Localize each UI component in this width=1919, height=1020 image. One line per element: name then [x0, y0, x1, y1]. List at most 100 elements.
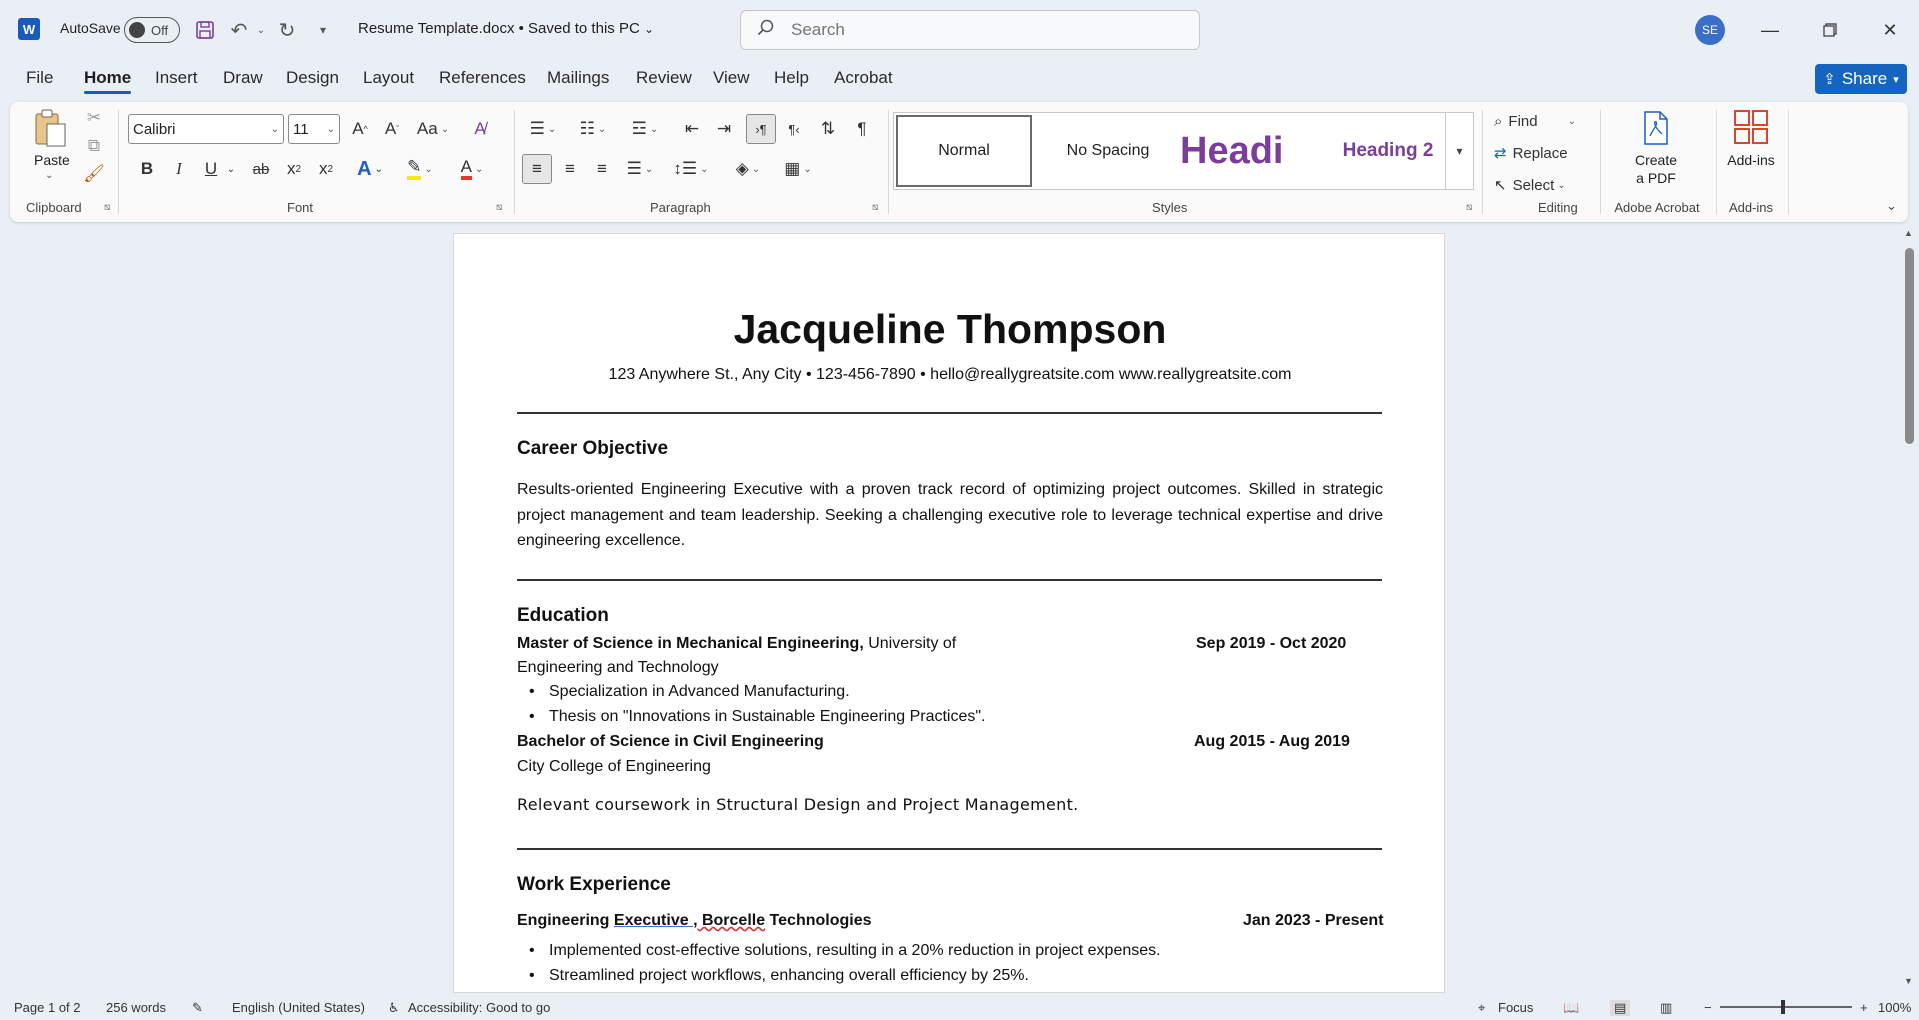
document-page[interactable]: Jacqueline Thompson 123 Anywhere St., An… [453, 233, 1445, 993]
change-case-icon[interactable]: Aa ⌄ [412, 114, 454, 144]
language[interactable]: English (United States) [232, 1000, 365, 1015]
focus-label[interactable]: Focus [1498, 1000, 1533, 1015]
page-count[interactable]: Page 1 of 2 [14, 1000, 81, 1015]
justify-icon[interactable]: ☰ ⌄ [620, 154, 660, 184]
tab-insert[interactable]: Insert [155, 68, 198, 88]
add-ins-label[interactable]: Add-ins [1716, 152, 1786, 168]
borders-icon[interactable]: ▦ ⌄ [776, 154, 820, 184]
dialog-launcher-icon[interactable]: ⧅ [496, 202, 502, 213]
avatar[interactable]: SE [1695, 15, 1725, 45]
scrollbar-thumb[interactable] [1905, 248, 1914, 444]
cut-icon[interactable]: ✂ [82, 106, 106, 130]
chevron-down-icon[interactable]: ⌄ [224, 154, 238, 184]
rtl-direction-icon[interactable]: ¶‹ [780, 114, 808, 144]
print-layout-icon[interactable]: ▤ [1610, 1000, 1631, 1016]
ltr-direction-icon[interactable]: ›¶ [746, 114, 776, 144]
decrease-indent-icon[interactable]: ⇤ [678, 114, 706, 144]
chevron-down-icon[interactable]: ⌄ [45, 170, 53, 181]
zoom-level[interactable]: 100% [1878, 1000, 1911, 1015]
dialog-launcher-icon[interactable]: ⧅ [872, 202, 878, 213]
save-icon[interactable] [192, 16, 218, 44]
replace-button[interactable]: ⇄ Replace [1494, 140, 1568, 166]
tab-view[interactable]: View [713, 68, 750, 88]
search-box[interactable] [740, 10, 1200, 50]
dialog-launcher-icon[interactable]: ⧅ [1466, 202, 1472, 213]
paste-icon[interactable] [32, 106, 68, 150]
underline-icon[interactable]: U [198, 154, 224, 184]
align-left-icon[interactable]: ≡ [522, 154, 552, 184]
style-no-spacing[interactable]: No Spacing [1044, 115, 1172, 187]
italic-icon[interactable]: I [166, 154, 192, 184]
tab-design[interactable]: Design [286, 68, 339, 88]
shrink-font-icon[interactable]: Aˇ [378, 114, 406, 144]
tab-references[interactable]: References [439, 68, 526, 88]
create-pdf-icon[interactable] [1638, 108, 1674, 148]
tab-help[interactable]: Help [774, 68, 809, 88]
zoom-slider[interactable] [1720, 1006, 1852, 1008]
restore-icon[interactable] [1814, 14, 1846, 46]
line-spacing-icon[interactable]: ↕☰ ⌄ [670, 154, 712, 184]
create-pdf-label-1[interactable]: Create [1625, 152, 1687, 168]
align-center-icon[interactable]: ≡ [556, 154, 584, 184]
tab-file[interactable]: File [26, 68, 53, 88]
document-title[interactable]: Resume Template.docx • Saved to this PC … [358, 20, 654, 37]
proofing-icon[interactable]: ✎ [192, 1000, 203, 1016]
style-heading-2[interactable]: Heading 2 [1318, 115, 1458, 187]
style-heading-1[interactable]: Headi [1180, 115, 1308, 187]
create-pdf-label-2[interactable]: a PDF [1625, 170, 1687, 186]
superscript-icon[interactable]: x2 [312, 154, 340, 184]
font-size-select[interactable]: 11 ⌄ [288, 114, 340, 144]
bullets-icon[interactable]: ☰ ⌄ [522, 114, 564, 144]
read-mode-icon[interactable]: 📖 [1563, 1000, 1579, 1016]
scroll-up-icon[interactable]: ▲ [1904, 228, 1913, 238]
focus-icon[interactable]: ⌖ [1478, 1000, 1485, 1016]
show-formatting-icon[interactable]: ¶ [848, 114, 876, 144]
align-right-icon[interactable]: ≡ [588, 154, 616, 184]
font-color-icon[interactable]: A ⌄ [450, 154, 494, 184]
tab-layout[interactable]: Layout [363, 68, 414, 88]
tab-acrobat[interactable]: Acrobat [834, 68, 893, 88]
accessibility-status[interactable]: Accessibility: Good to go [408, 1000, 550, 1015]
strikethrough-icon[interactable]: ab [246, 154, 276, 184]
paste-label[interactable]: Paste [34, 152, 70, 168]
text-effects-icon[interactable]: A ⌄ [350, 154, 390, 184]
scroll-down-icon[interactable]: ▼ [1904, 976, 1913, 986]
zoom-slider-thumb[interactable] [1781, 1000, 1785, 1014]
find-button[interactable]: ⌕ Find ⌄ [1494, 108, 1576, 134]
search-input[interactable] [791, 20, 1171, 40]
copy-icon[interactable]: ⧉ [82, 134, 106, 158]
shading-icon[interactable]: ◈ ⌄ [726, 154, 770, 184]
grow-font-icon[interactable]: A ^ [346, 114, 374, 144]
collapse-ribbon-icon[interactable]: ⌄ [1886, 198, 1897, 214]
bold-icon[interactable]: B [134, 154, 160, 184]
add-ins-icon[interactable] [1716, 106, 1786, 148]
customize-toolbar-icon[interactable]: ▾ [310, 16, 336, 44]
sort-icon[interactable]: ⇅ [814, 114, 842, 144]
font-name-select[interactable]: Calibri ⌄ [128, 114, 284, 144]
web-layout-icon[interactable]: ▥ [1660, 1000, 1672, 1016]
minimize-icon[interactable]: — [1754, 14, 1786, 46]
increase-indent-icon[interactable]: ⇥ [710, 114, 738, 144]
format-painter-icon[interactable]: 🖌 [82, 162, 106, 186]
tab-home[interactable]: Home [84, 68, 132, 94]
multilevel-list-icon[interactable]: ☲ ⌄ [624, 114, 666, 144]
redo-icon[interactable]: ↻ [274, 16, 300, 44]
tab-mailings[interactable]: Mailings [547, 68, 609, 88]
dialog-launcher-icon[interactable]: ⧅ [104, 202, 110, 213]
undo-dropdown-icon[interactable]: ⌄ [248, 16, 274, 44]
styles-more-icon[interactable]: ▾ [1445, 112, 1473, 190]
numbering-icon[interactable]: ☷ ⌄ [572, 114, 614, 144]
zoom-out-icon[interactable]: − [1704, 1000, 1712, 1015]
tab-review[interactable]: Review [636, 68, 692, 88]
word-count[interactable]: 256 words [106, 1000, 166, 1015]
share-button[interactable]: ⇪ Share ▾ [1815, 64, 1907, 94]
autosave-toggle[interactable]: Off [124, 17, 180, 43]
close-icon[interactable]: ✕ [1874, 14, 1906, 46]
subscript-icon[interactable]: x2 [280, 154, 308, 184]
style-normal[interactable]: Normal [896, 115, 1032, 187]
tab-draw[interactable]: Draw [223, 68, 263, 88]
vertical-scrollbar[interactable]: ▲ ▼ [1902, 228, 1916, 988]
zoom-in-icon[interactable]: + [1860, 1000, 1868, 1015]
clear-formatting-icon[interactable]: A̸ [466, 114, 494, 144]
highlight-icon[interactable]: ✎ ⌄ [398, 154, 442, 184]
